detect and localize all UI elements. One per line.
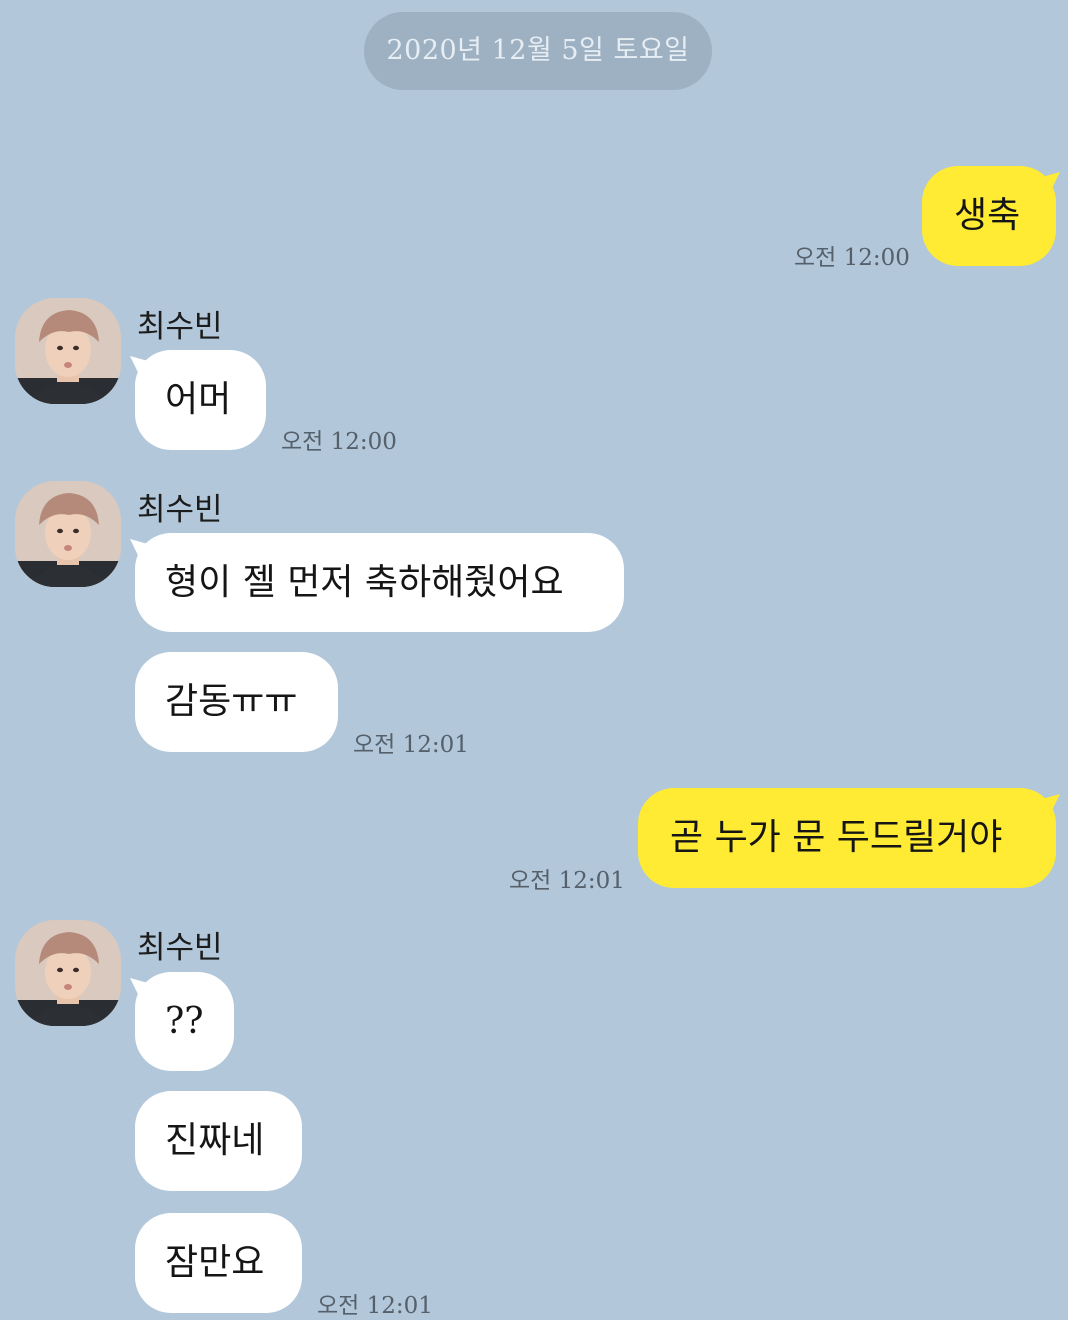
message-bubble-incoming[interactable]: ?? [135,972,234,1071]
sender-name: 최수빈 [137,492,223,528]
message-bubble-incoming[interactable]: 잠만요 [135,1213,302,1313]
profile-photo-icon [15,481,121,587]
profile-photo-icon [15,298,121,404]
profile-photo-icon [15,920,121,1026]
sender-name: 최수빈 [137,309,223,345]
sender-avatar[interactable] [15,481,121,587]
sender-avatar[interactable] [15,298,121,404]
message-bubble-incoming[interactable]: 어머 [135,350,266,450]
message-timestamp: 오전 12:00 [281,429,397,455]
message-bubble-outgoing[interactable]: 생축 [922,166,1056,266]
message-bubble-outgoing[interactable]: 곧 누가 문 두드릴거야 [638,788,1056,888]
message-bubble-incoming[interactable]: 감동ㅠㅠ [135,652,338,752]
message-bubble-incoming[interactable]: 형이 젤 먼저 축하해줬어요 [135,533,624,632]
sender-name: 최수빈 [137,930,223,966]
message-bubble-incoming[interactable]: 진짜네 [135,1091,302,1191]
message-timestamp: 오전 12:01 [317,1293,433,1319]
date-separator: 2020년 12월 5일 토요일 [364,12,712,90]
message-timestamp: 오전 12:00 [794,245,910,271]
message-timestamp: 오전 12:01 [353,732,469,758]
message-timestamp: 오전 12:01 [509,868,625,894]
sender-avatar[interactable] [15,920,121,1026]
